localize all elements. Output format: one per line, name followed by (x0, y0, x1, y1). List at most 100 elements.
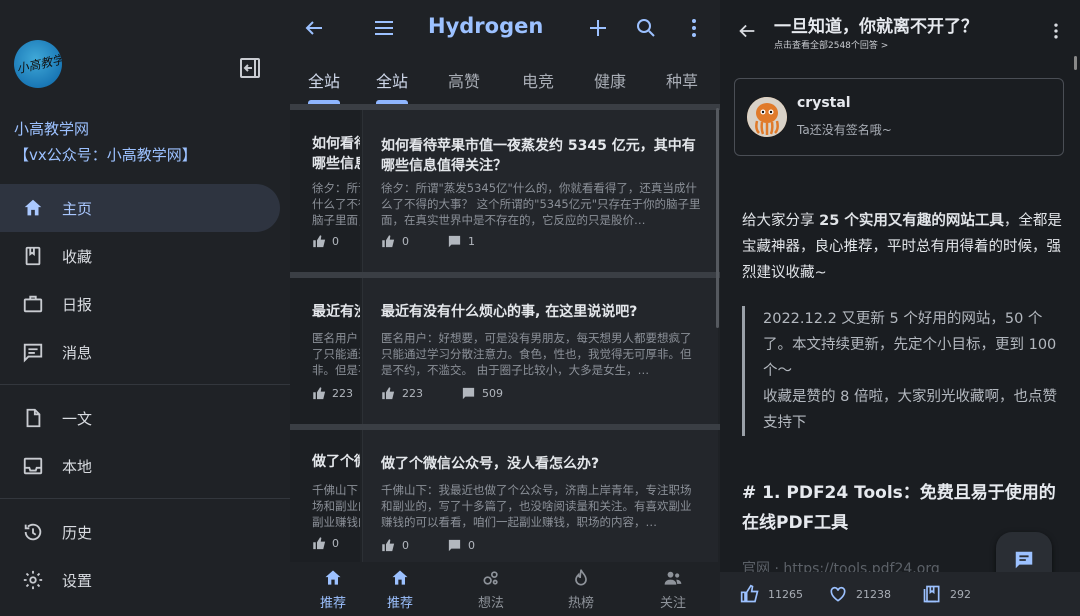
collapse-drawer-icon[interactable] (238, 56, 262, 80)
bookmark-icon (25, 246, 41, 266)
comment-icon (448, 539, 461, 552)
tab-esports[interactable]: 电竞 (522, 68, 554, 92)
drawer-item-home[interactable]: 主页 (0, 184, 280, 232)
comment-icon (448, 235, 461, 248)
article-intro: 给大家分享 25 个实用又有趣的网站工具，全都是宝藏神器，良心推荐，平时总有用得… (742, 208, 1062, 286)
author-avatar[interactable] (747, 97, 787, 137)
thumb-up-icon (313, 235, 326, 248)
nav-hot-list[interactable]: 热榜 (568, 568, 594, 611)
drawer-item-label: 历史 (62, 523, 93, 542)
tab-ghost-all[interactable]: 全站 (308, 68, 340, 92)
intro-bold-text: 25 个实用又有趣的网站工具 (819, 213, 1004, 229)
article-panel: 一旦知道，你就离不开了？ 点击查看全部2548个回答 > crystal Ta还… (720, 0, 1080, 616)
drawer-item-label: 日报 (62, 295, 93, 314)
like-count: 223 (402, 387, 423, 400)
add-icon[interactable] (586, 16, 610, 40)
nav-label: 想法 (478, 596, 505, 611)
list-item[interactable]: 如何看待苹果市值一夜蒸发约 5345 亿元，其中有哪些信息值得关注？ 徐夕：所谓… (362, 110, 718, 272)
scrollbar[interactable] (716, 108, 719, 328)
drawer-item-label: 消息 (62, 343, 93, 362)
ghost-list: 如何看待 哪些信息 徐夕：所谓 什么了不得 脑子里面， 0 最近有没 匿名用户：… (290, 104, 360, 616)
gear-icon (23, 570, 43, 590)
thumb-up-icon (382, 235, 395, 248)
author-card[interactable]: crystal Ta还没有签名哦~ (734, 78, 1064, 156)
home-icon (392, 570, 408, 585)
user-name[interactable]: 小高教学网 (14, 118, 89, 139)
drawer-item-history[interactable]: 历史 (0, 508, 280, 556)
ghost-title: 最近有没 (312, 304, 360, 320)
drawer-item-local[interactable]: 本地 (0, 442, 280, 490)
more-vert-icon[interactable] (1046, 20, 1066, 42)
drawer-item-daily[interactable]: 日报 (0, 280, 280, 328)
comment-icon (1015, 551, 1033, 569)
ghost-like-count: 0 (332, 235, 339, 248)
drawer-item-messages[interactable]: 消息 (0, 328, 280, 376)
ghost-body: 千佛山下： (312, 483, 360, 497)
comment-count: 0 (468, 539, 475, 552)
collect-button[interactable]: 292 (922, 584, 971, 604)
user-subtitle: 【vx公众号：小高教学网】 (14, 146, 197, 164)
tab-high-votes[interactable]: 高赞 (448, 68, 480, 92)
tab-health[interactable]: 健康 (594, 68, 626, 92)
nav-label: 推荐 (387, 596, 414, 611)
like-button[interactable]: 11265 (740, 584, 803, 604)
collections-icon (923, 585, 940, 603)
ghost-body: 副业赚钱的 (312, 515, 360, 529)
drawer-item-label: 收藏 (62, 247, 93, 266)
avatar-text: 小高教学网 (15, 49, 62, 77)
ghost-like-count: 223 (332, 387, 353, 400)
answer-excerpt: 徐夕：所谓"蒸发5345亿"什么的，你就看看得了，还真当成什么了不得的大事？ 这… (381, 181, 701, 227)
search-icon[interactable] (634, 16, 658, 40)
navigation-drawer: 小高教学网 小高教学网 【vx公众号：小高教学网】 主页 收藏 日报 消息 一文… (0, 0, 290, 616)
answer-excerpt: 千佛山下：我最近也做了个公众号，济南上岸青年，专注职场和副业的，写了十多篇了，也… (381, 483, 692, 529)
ghost-title: 做了个微 (312, 454, 360, 470)
list-item[interactable]: 做了个微信公众号，没人看怎么办? 千佛山下：我最近也做了个公众号，济南上岸青年，… (362, 430, 718, 562)
ghost-meta: 0 (312, 536, 339, 551)
avatar[interactable]: 小高教学网 (14, 40, 62, 88)
favorite-button[interactable]: 21238 (828, 584, 891, 604)
question-title[interactable]: 如何看待苹果市值一夜蒸发约 5345 亿元，其中有哪些信息值得关注？ (381, 136, 701, 176)
author-name[interactable]: crystal (797, 95, 851, 111)
list-item[interactable]: 最近有没有什么烦心的事, 在这里说说吧? 匿名用户：好想要，可是没有男朋友，每天… (362, 278, 718, 424)
question-title[interactable]: 最近有没有什么烦心的事, 在这里说说吧? (381, 302, 701, 322)
all-answers-link[interactable]: 点击查看全部2548个回答 > (774, 38, 888, 51)
briefcase-icon (23, 295, 43, 313)
thumb-up-icon (382, 387, 395, 400)
scrollbar[interactable] (1074, 56, 1077, 70)
answer-excerpt: 匿名用户：好想要，可是没有男朋友，每天想男人都要想疯了只能通过学习分散注意力。食… (381, 331, 692, 377)
octopus-icon (747, 97, 787, 137)
drawer-item-article[interactable]: 一文 (0, 394, 280, 442)
back-arrow-icon[interactable] (736, 20, 758, 42)
like-count: 0 (402, 539, 409, 552)
nav-recommend[interactable]: 推荐 (387, 568, 413, 611)
history-icon (24, 523, 42, 541)
ideas-icon (483, 571, 498, 585)
article-action-bar: 11265 21238 292 (720, 572, 1080, 616)
nav-ghost-recommend[interactable]: 推荐 (320, 568, 346, 611)
drawer-item-settings[interactable]: 设置 (0, 556, 280, 604)
ghost-body: 场和副业的 (312, 499, 360, 513)
drawer-item-label: 主页 (62, 199, 93, 218)
drawer-item-favorites[interactable]: 收藏 (0, 232, 280, 280)
tab-all[interactable]: 全站 (376, 68, 408, 92)
more-vert-icon[interactable] (682, 16, 706, 40)
home-icon (24, 199, 42, 216)
tab-recommend-goods[interactable]: 种草 (666, 68, 698, 92)
heart-icon (830, 586, 846, 602)
home-icon (325, 570, 341, 585)
feed-panel: Hydrogen 全站 全站 高赞 电竞 健康 种草 如何看待 哪些信息 徐夕：… (290, 0, 720, 616)
people-icon (664, 571, 682, 585)
nav-follow[interactable]: 关注 (660, 568, 686, 611)
thumb-up-icon (313, 387, 326, 400)
collect-count: 292 (950, 587, 971, 601)
blockquote: 2022.12.2 又更新 5 个好用的网站，50 个了。本文持续更新，先定个小… (742, 306, 1062, 436)
question-title[interactable]: 一旦知道，你就离不开了？ (774, 12, 978, 37)
nav-ideas[interactable]: 想法 (478, 568, 504, 611)
thumb-up-icon (382, 539, 395, 552)
question-title[interactable]: 做了个微信公众号，没人看怎么办? (381, 454, 701, 474)
flame-icon (575, 569, 587, 586)
inbox-icon (23, 457, 43, 475)
drawer-item-label: 设置 (62, 571, 93, 590)
menu-icon[interactable] (372, 16, 396, 40)
back-arrow-icon[interactable] (302, 16, 326, 40)
